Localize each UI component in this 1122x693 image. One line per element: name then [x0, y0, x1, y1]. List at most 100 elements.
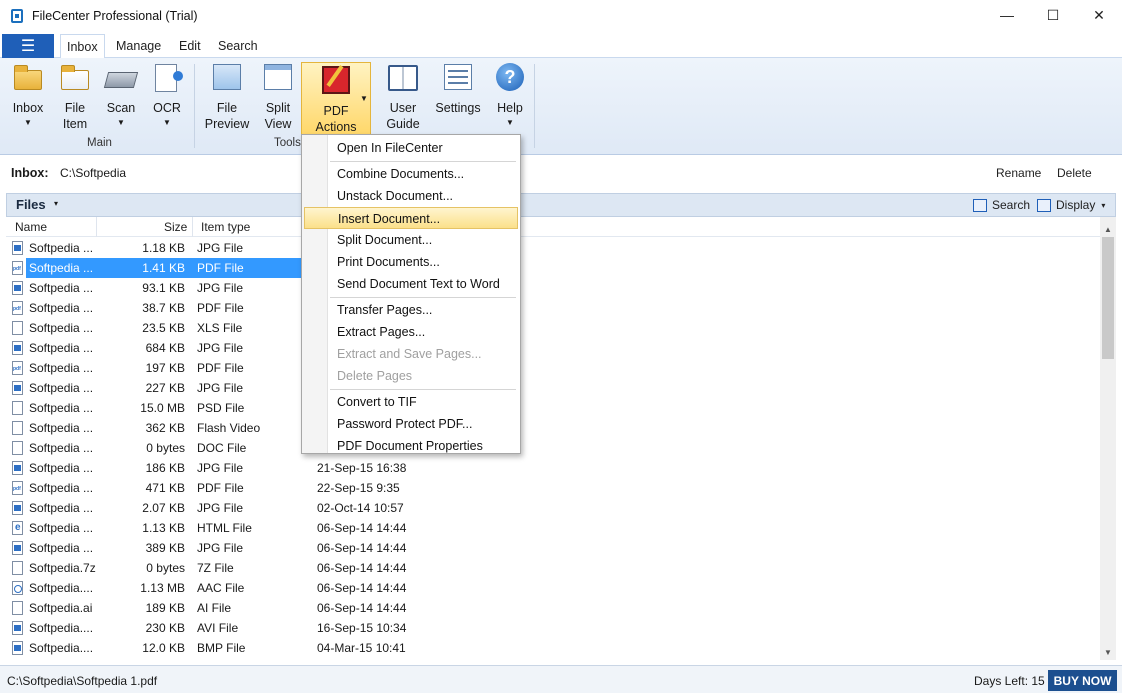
- file-name: Softpedia....: [29, 621, 94, 635]
- split-view-button[interactable]: Split View: [258, 62, 298, 144]
- menu-item-send-document-text-to-word[interactable]: Send Document Text to Word: [304, 273, 518, 295]
- inbox-button[interactable]: Inbox ▼: [8, 62, 48, 144]
- menu-item-pdf-document-properties[interactable]: PDF Document Properties: [304, 435, 518, 457]
- file-row[interactable]: Softpedia ... 1.13 KB HTML File 06-Sep-14 1…: [6, 518, 1100, 538]
- file-preview-button[interactable]: File Preview: [204, 62, 250, 144]
- image-file-icon: [12, 541, 23, 555]
- pdf-actions-dropdown-icon[interactable]: ▼: [360, 94, 368, 103]
- file-row[interactable]: Softpedia ... 15.0 MB PSD File: [6, 398, 1100, 418]
- maximize-button[interactable]: ☐: [1030, 0, 1076, 30]
- file-row[interactable]: Softpedia ... 1.41 KB PDF File: [6, 258, 1100, 278]
- file-row[interactable]: Softpedia ... 0 bytes DOC File: [6, 438, 1100, 458]
- file-row[interactable]: Softpedia ... 684 KB JPG File: [6, 338, 1100, 358]
- file-row[interactable]: Softpedia ... 471 KB PDF File 22-Sep-15 9:3…: [6, 478, 1100, 498]
- file-row[interactable]: Softpedia ... 23.5 KB XLS File: [6, 318, 1100, 338]
- vertical-scrollbar[interactable]: ▲ ▼: [1100, 217, 1116, 660]
- menu-item-split-document[interactable]: Split Document...: [304, 229, 518, 251]
- buy-now-button[interactable]: BUY NOW: [1048, 670, 1117, 691]
- file-type: PDF File: [197, 361, 244, 375]
- file-row[interactable]: Softpedia ... 1.18 KB JPG File: [6, 238, 1100, 258]
- tab-search[interactable]: Search: [212, 34, 264, 58]
- scrollbar-thumb[interactable]: [1102, 237, 1114, 359]
- inbox-path: C:\Softpedia: [60, 166, 127, 180]
- file-type: PDF File: [197, 261, 244, 275]
- help-button[interactable]: ? Help ▼: [492, 62, 528, 144]
- chevron-down-icon[interactable]: ▾: [54, 199, 58, 208]
- status-file-path: C:\Softpedia\Softpedia 1.pdf: [7, 674, 158, 688]
- files-title[interactable]: Files: [16, 197, 46, 212]
- file-item-button[interactable]: File Item: [56, 62, 94, 144]
- settings-button[interactable]: Settings: [432, 62, 484, 144]
- file-list: Softpedia ...1.18 KBJPG File Softpedia ..…: [6, 238, 1100, 660]
- settings-button-label: Settings: [435, 101, 481, 115]
- display-button[interactable]: Display ▾: [1037, 198, 1105, 212]
- delete-button[interactable]: Delete: [1057, 166, 1092, 180]
- column-header-name[interactable]: Name: [15, 220, 47, 234]
- file-type: Flash Video: [197, 421, 261, 435]
- tab-inbox[interactable]: Inbox: [60, 34, 105, 59]
- image-file-icon: [12, 281, 23, 295]
- file-row[interactable]: Softpedia ... 186 KB JPG File 21-Sep-15 16:…: [6, 458, 1100, 478]
- scroll-down-arrow-icon[interactable]: ▼: [1100, 644, 1116, 660]
- menu-separator: [330, 389, 516, 390]
- file-row[interactable]: Softpedia ... 362 KB Flash Video: [6, 418, 1100, 438]
- rename-button[interactable]: Rename: [996, 166, 1041, 180]
- menu-item-combine-documents[interactable]: Combine Documents...: [304, 163, 518, 185]
- column-divider[interactable]: [96, 217, 97, 237]
- file-name: Softpedia ...: [29, 521, 94, 535]
- file-row[interactable]: Softpedia.7z 0 bytes 7Z File 06-Sep-14 14:4…: [6, 558, 1100, 578]
- file-name: Softpedia ...: [29, 441, 94, 455]
- menu-item-unstack-document[interactable]: Unstack Document...: [304, 185, 518, 207]
- blank-file-icon: [12, 421, 23, 435]
- minimize-button[interactable]: —: [984, 0, 1030, 30]
- image-file-icon: [12, 241, 23, 255]
- file-row[interactable]: Softpedia ... 227 KB JPG File: [6, 378, 1100, 398]
- menu-item-insert-document[interactable]: Insert Document...: [304, 207, 518, 229]
- search-button[interactable]: Search: [973, 198, 1030, 212]
- ocr-button[interactable]: OCR ▼: [149, 62, 185, 144]
- file-row[interactable]: Softpedia ... 93.1 KB JPG File: [6, 278, 1100, 298]
- file-type: PDF File: [197, 301, 244, 315]
- menu-item-print-documents[interactable]: Print Documents...: [304, 251, 518, 273]
- file-row[interactable]: Softpedia.... 12.0 KB BMP File 04-Mar-15 10…: [6, 638, 1100, 658]
- menu-item-password-protect-pdf[interactable]: Password Protect PDF...: [304, 413, 518, 435]
- menu-separator: [330, 161, 516, 162]
- file-row[interactable]: Softpedia ... 2.07 KB JPG File 02-Oct-14 10…: [6, 498, 1100, 518]
- file-row[interactable]: Softpedia ... 389 KB JPG File 06-Sep-14 14:…: [6, 538, 1100, 558]
- column-divider[interactable]: [192, 217, 193, 237]
- user-guide-button[interactable]: User Guide: [382, 62, 424, 144]
- file-date: 06-Sep-14 14:44: [317, 601, 407, 615]
- file-row[interactable]: Softpedia.... 1.13 MB AAC File 06-Sep-14 14…: [6, 578, 1100, 598]
- inbox-path-bar: Inbox: C:\Softpedia Rename Delete: [6, 159, 1116, 187]
- menu-item-open-in-filecenter[interactable]: Open In FileCenter: [304, 137, 518, 159]
- blank-file-icon: [12, 321, 23, 335]
- app-menu-button[interactable]: ☰: [2, 34, 54, 58]
- file-type: AI File: [197, 601, 232, 615]
- file-row[interactable]: Softpedia.... 230 KB AVI File 16-Sep-15 10:…: [6, 618, 1100, 638]
- file-row[interactable]: Softpedia.ai 189 KB AI File 06-Sep-14 14:44: [6, 598, 1100, 618]
- file-row[interactable]: Softpedia ... 38.7 KB PDF File: [6, 298, 1100, 318]
- file-date: 06-Sep-14 14:44: [317, 521, 407, 535]
- chevron-down-icon: ▼: [506, 118, 514, 127]
- menu-item-extract-pages[interactable]: Extract Pages...: [304, 321, 518, 343]
- file-date: 04-Mar-15 10:41: [317, 641, 406, 655]
- column-header-item-type[interactable]: Item type: [201, 220, 250, 234]
- menu-item-label: Print Documents...: [337, 255, 440, 269]
- close-button[interactable]: ✕: [1076, 0, 1122, 30]
- file-size: 1.41 KB: [142, 261, 185, 275]
- menu-item-label: PDF Document Properties: [337, 439, 483, 453]
- tab-edit[interactable]: Edit: [173, 34, 207, 58]
- menu-item-label: Send Document Text to Word: [337, 277, 500, 291]
- menu-item-convert-to-tif[interactable]: Convert to TIF: [304, 391, 518, 413]
- column-header-size[interactable]: Size: [164, 220, 187, 234]
- file-type: XLS File: [197, 321, 243, 335]
- scan-button[interactable]: Scan ▼: [102, 62, 140, 144]
- book-icon: [386, 62, 420, 94]
- scroll-up-arrow-icon[interactable]: ▲: [1100, 221, 1116, 237]
- search-button-label: Search: [992, 198, 1031, 212]
- file-type: JPG File: [197, 341, 244, 355]
- menu-item-transfer-pages[interactable]: Transfer Pages...: [304, 299, 518, 321]
- file-row[interactable]: Softpedia ... 197 KB PDF File: [6, 358, 1100, 378]
- ocr-icon: [150, 62, 184, 94]
- tab-manage[interactable]: Manage: [110, 34, 167, 58]
